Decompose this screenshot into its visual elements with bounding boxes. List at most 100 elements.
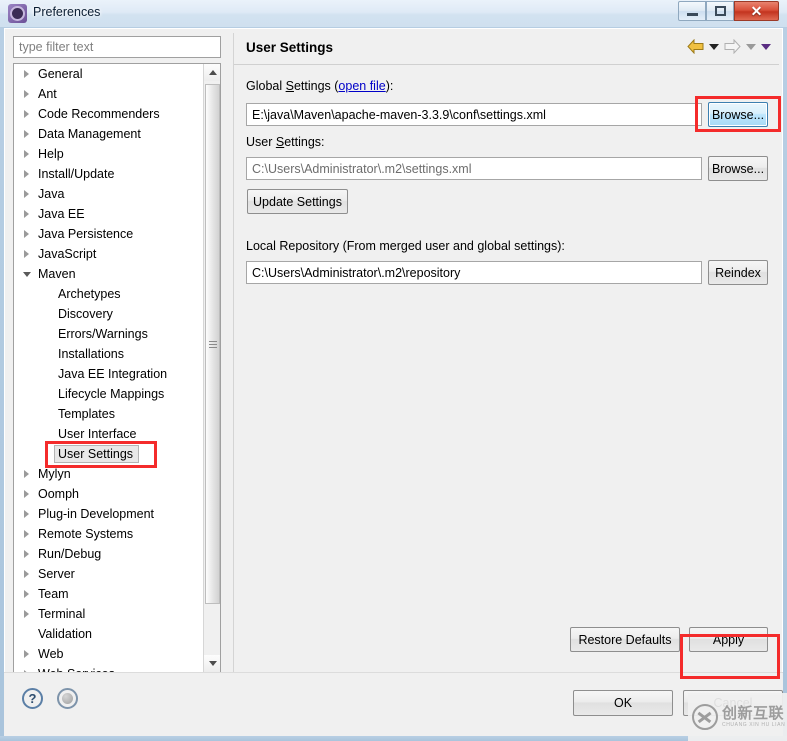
- tree-item-general[interactable]: General: [14, 64, 204, 84]
- chevron-right-icon[interactable]: [24, 650, 29, 658]
- tree-item-install-update[interactable]: Install/Update: [14, 164, 204, 184]
- preferences-page: User Settings Global Settings (open file…: [233, 33, 779, 677]
- chevron-right-icon[interactable]: [24, 70, 29, 78]
- close-button[interactable]: ✕: [734, 1, 779, 21]
- chevron-right-icon[interactable]: [24, 510, 29, 518]
- tree-item-installations[interactable]: Installations: [14, 344, 204, 364]
- chevron-right-icon[interactable]: [24, 490, 29, 498]
- chevron-right-icon[interactable]: [24, 550, 29, 558]
- watermark-logo-icon: [692, 704, 718, 730]
- tree-item-validation[interactable]: Validation: [14, 624, 204, 644]
- chevron-right-icon[interactable]: [24, 530, 29, 538]
- back-history-dropdown-icon[interactable]: [709, 43, 719, 50]
- tree-item-label: User Interface: [58, 427, 137, 441]
- help-icon[interactable]: ?: [22, 688, 43, 709]
- tree-item-label: Team: [38, 587, 69, 601]
- tree-item-label: Web: [38, 647, 64, 661]
- tree-item-mylyn[interactable]: Mylyn: [14, 464, 204, 484]
- watermark-pinyin: CHUANG XIN HU LIAN: [722, 721, 786, 728]
- page-header: User Settings: [234, 33, 779, 65]
- tree-item-code-recommenders[interactable]: Code Recommenders: [14, 104, 204, 124]
- user-settings-browse-button[interactable]: Browse...: [708, 156, 768, 181]
- tree-vertical-scrollbar[interactable]: [203, 64, 220, 672]
- chevron-right-icon[interactable]: [24, 570, 29, 578]
- window-frame-right: [783, 28, 787, 741]
- tree-item-label: Archetypes: [58, 287, 121, 301]
- tree-item-errors-warnings[interactable]: Errors/Warnings: [14, 324, 204, 344]
- tree-item-user-interface[interactable]: User Interface: [14, 424, 204, 444]
- tree-item-web-services[interactable]: Web Services: [14, 664, 204, 672]
- restore-defaults-button[interactable]: Restore Defaults: [570, 627, 680, 652]
- page-body: Global Settings (open file): Browse... U…: [234, 65, 779, 677]
- tree-item-javascript[interactable]: JavaScript: [14, 244, 204, 264]
- tree-item-java[interactable]: Java: [14, 184, 204, 204]
- tree-item-terminal[interactable]: Terminal: [14, 604, 204, 624]
- tree-item-maven[interactable]: Maven: [14, 264, 204, 284]
- chevron-right-icon[interactable]: [24, 230, 29, 238]
- window-frame-bottom: [0, 736, 787, 741]
- tree-item-java-ee-integration[interactable]: Java EE Integration: [14, 364, 204, 384]
- local-repository-input[interactable]: [246, 261, 702, 284]
- chevron-right-icon[interactable]: [24, 110, 29, 118]
- ok-button[interactable]: OK: [573, 690, 673, 716]
- chevron-right-icon[interactable]: [24, 190, 29, 198]
- back-arrow-icon[interactable]: [687, 39, 704, 54]
- tree-item-team[interactable]: Team: [14, 584, 204, 604]
- tree-item-data-management[interactable]: Data Management: [14, 124, 204, 144]
- minimize-button[interactable]: [678, 1, 706, 21]
- chevron-right-icon[interactable]: [24, 610, 29, 618]
- tree-item-label: Discovery: [58, 307, 113, 321]
- update-settings-button[interactable]: Update Settings: [247, 189, 348, 214]
- preferences-tree-rows: General Ant Code Recommenders Data Manageme…: [14, 64, 204, 672]
- scroll-up-button[interactable]: [204, 64, 220, 81]
- tree-item-user-settings[interactable]: User Settings: [14, 444, 204, 464]
- tree-item-label: Code Recommenders: [38, 107, 160, 121]
- user-settings-input[interactable]: [246, 157, 702, 180]
- tree-item-remote-systems[interactable]: Remote Systems: [14, 524, 204, 544]
- chevron-right-icon[interactable]: [24, 210, 29, 218]
- tree-item-label: Maven: [38, 267, 76, 281]
- watermark: 创新互联 CHUANG XIN HU LIAN: [688, 693, 787, 741]
- maximize-button[interactable]: [706, 1, 734, 21]
- tree-item-lifecycle-mappings[interactable]: Lifecycle Mappings: [14, 384, 204, 404]
- chevron-right-icon[interactable]: [24, 170, 29, 178]
- chevron-right-icon[interactable]: [24, 470, 29, 478]
- chevron-right-icon[interactable]: [24, 90, 29, 98]
- preferences-tree[interactable]: General Ant Code Recommenders Data Manageme…: [13, 63, 221, 673]
- tree-item-plug-in-development[interactable]: Plug-in Development: [14, 504, 204, 524]
- tree-item-java-persistence[interactable]: Java Persistence: [14, 224, 204, 244]
- circle-icon[interactable]: [57, 688, 78, 709]
- chevron-right-icon[interactable]: [24, 590, 29, 598]
- tree-item-label: Errors/Warnings: [58, 327, 148, 341]
- tree-item-ant[interactable]: Ant: [14, 84, 204, 104]
- global-settings-browse-button[interactable]: Browse...: [708, 102, 768, 127]
- tree-item-help[interactable]: Help: [14, 144, 204, 164]
- tree-item-discovery[interactable]: Discovery: [14, 304, 204, 324]
- tree-item-label: Data Management: [38, 127, 141, 141]
- tree-item-web[interactable]: Web: [14, 644, 204, 664]
- chevron-right-icon[interactable]: [24, 130, 29, 138]
- scroll-down-button[interactable]: [204, 655, 220, 672]
- chevron-down-icon[interactable]: [23, 272, 31, 277]
- tree-item-templates[interactable]: Templates: [14, 404, 204, 424]
- reindex-button[interactable]: Reindex: [708, 260, 768, 285]
- filter-input[interactable]: [13, 36, 221, 58]
- view-menu-dropdown-icon[interactable]: [761, 43, 771, 50]
- forward-history-dropdown-icon[interactable]: [746, 43, 756, 50]
- open-file-link[interactable]: open file: [338, 79, 385, 93]
- local-repository-label: Local Repository (From merged user and g…: [246, 239, 565, 253]
- chevron-right-icon[interactable]: [24, 150, 29, 158]
- tree-item-label: Installations: [58, 347, 125, 361]
- tree-item-run-debug[interactable]: Run/Debug: [14, 544, 204, 564]
- tree-item-label: JavaScript: [38, 247, 97, 261]
- minimize-icon: [686, 12, 698, 16]
- tree-item-oomph[interactable]: Oomph: [14, 484, 204, 504]
- tree-item-label: Java EE Integration: [58, 367, 168, 381]
- global-settings-input[interactable]: [246, 103, 702, 126]
- chevron-right-icon[interactable]: [24, 250, 29, 258]
- tree-item-server[interactable]: Server: [14, 564, 204, 584]
- scrollbar-thumb[interactable]: [205, 84, 220, 604]
- tree-item-archetypes[interactable]: Archetypes: [14, 284, 204, 304]
- apply-button[interactable]: Apply: [689, 627, 768, 652]
- tree-item-java-ee[interactable]: Java EE: [14, 204, 204, 224]
